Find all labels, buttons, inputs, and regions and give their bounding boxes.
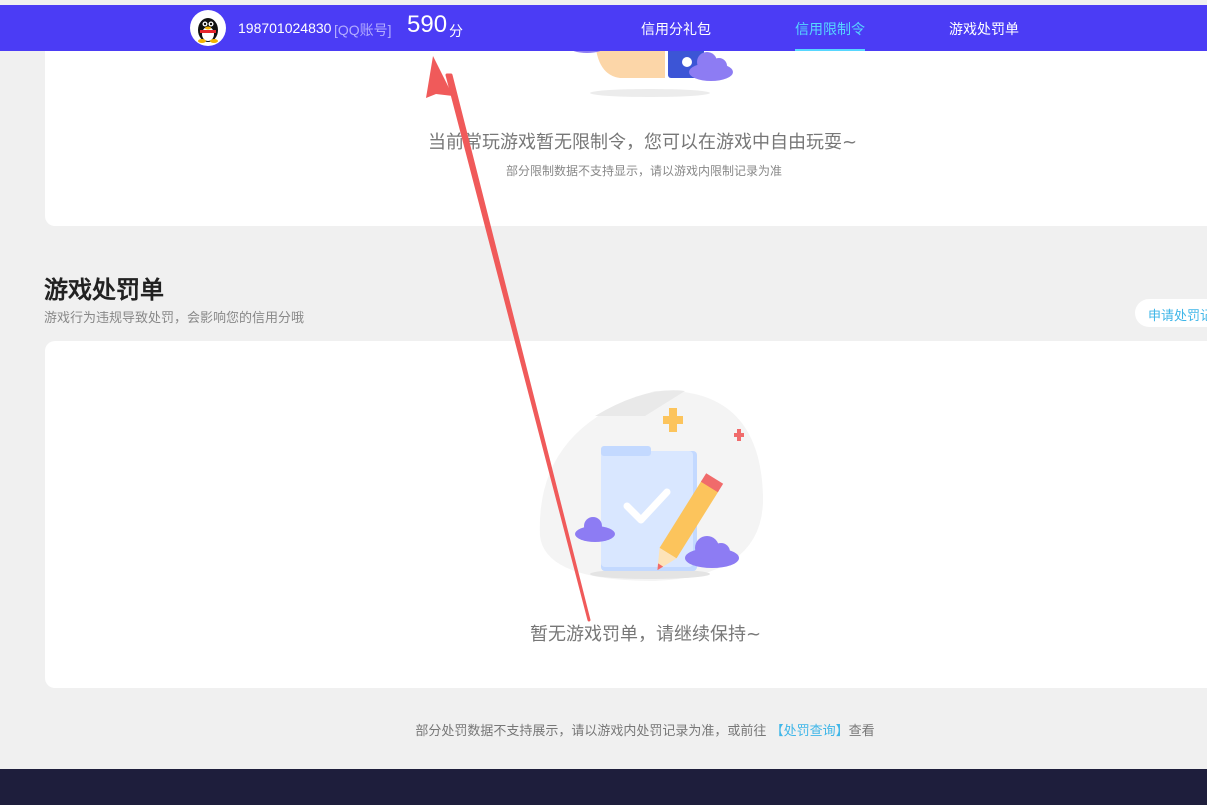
penalty-card: 暂无游戏罚单，请继续保持~ — [45, 341, 1207, 688]
restriction-empty-text: 当前常玩游戏暂无限制令，您可以在游戏中自由玩耍~ — [428, 132, 858, 153]
page-footer — [0, 769, 1207, 805]
qq-penguin-icon — [198, 18, 218, 43]
avatar[interactable] — [190, 10, 226, 46]
tab-credit-gift[interactable]: 信用分礼包 — [641, 19, 711, 39]
tab-game-penalty[interactable]: 游戏处罚单 — [949, 19, 1019, 39]
account-type: [QQ账号] — [334, 22, 392, 38]
credit-score-unit: 分 — [449, 24, 463, 40]
account-number: 198701024830 — [238, 20, 332, 36]
penalty-illustration — [539, 390, 764, 581]
footer-note-text: 部分处罚数据不支持展示，请以游戏内处罚记录为准，或前往 — [415, 724, 767, 739]
section-title: 游戏处罚单 — [44, 276, 164, 304]
section-description: 游戏行为违规导致处罚，会影响您的信用分哦 — [44, 311, 305, 326]
penalty-query-link[interactable]: 【处罚查询】 — [771, 724, 849, 739]
active-tab-indicator — [795, 49, 865, 51]
tab-credit-restriction[interactable]: 信用限制令 — [795, 19, 865, 39]
footer-note-suffix: 查看 — [848, 724, 875, 739]
apply-penalty-record-button[interactable]: 申请处罚记 — [1135, 299, 1207, 327]
footer-note: 部分处罚数据不支持展示，请以游戏内处罚记录为准，或前往 【处罚查询】查看 — [0, 720, 1207, 739]
penalty-empty-text: 暂无游戏罚单，请继续保持~ — [530, 624, 762, 645]
restriction-note: 部分限制数据不支持显示，请以游戏内限制记录为准 — [506, 164, 783, 178]
top-nav-bar: 198701024830 [QQ账号] 590 分 信用分礼包 信用限制令 游戏… — [0, 0, 1207, 51]
credit-score: 590 — [407, 11, 448, 38]
